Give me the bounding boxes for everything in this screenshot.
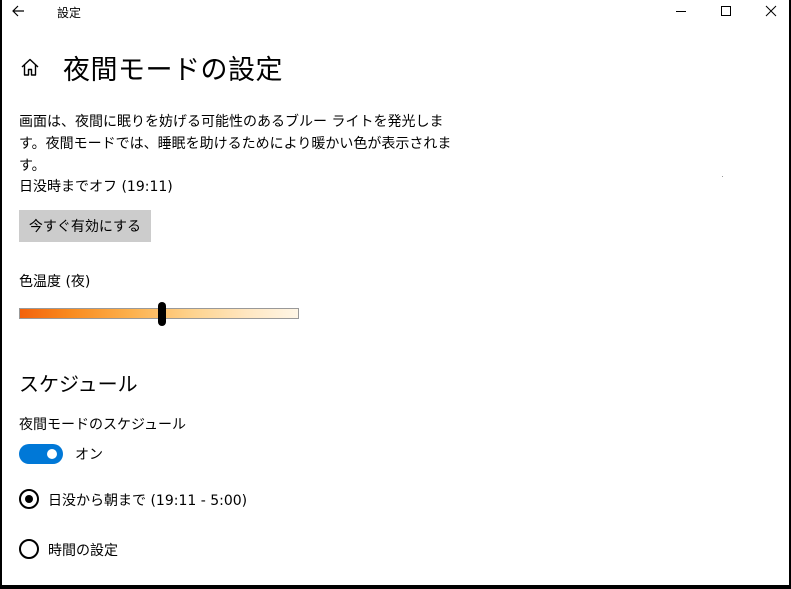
- enable-now-button[interactable]: 今すぐ有効にする: [19, 210, 151, 242]
- maximize-button[interactable]: [703, 0, 749, 22]
- schedule-heading: スケジュール: [19, 372, 138, 396]
- home-icon: [21, 58, 39, 76]
- color-temperature-label: 色温度 (夜): [19, 274, 91, 290]
- schedule-toggle-label: 夜間モードのスケジュール: [19, 417, 187, 433]
- back-button[interactable]: [8, 1, 30, 21]
- home-button[interactable]: [19, 56, 41, 78]
- toggle-knob: [47, 449, 57, 459]
- radio-label-set-hours[interactable]: 時間の設定: [48, 540, 118, 560]
- radio-set-hours[interactable]: [19, 539, 39, 559]
- toggle-state-label: オン: [75, 447, 103, 463]
- back-arrow-icon: [12, 5, 24, 17]
- settings-window: 設定 夜間モードの設定 画面は、夜間に眠りを妨げる可能性のあるブルー ライトを発…: [2, 0, 789, 585]
- maximize-icon: [721, 6, 731, 16]
- radio-label-sunset-to-sunrise[interactable]: 日没から朝まで (19:11 - 5:00): [48, 490, 247, 510]
- divider-speck: [722, 176, 723, 177]
- night-light-status: 日没時までオフ (19:11): [19, 179, 173, 195]
- title-bar: 設定: [2, 0, 789, 24]
- window-title: 設定: [57, 6, 82, 20]
- close-button[interactable]: [748, 0, 789, 22]
- radio-sunset-to-sunrise[interactable]: [19, 489, 39, 509]
- description-text: 画面は、夜間に眠りを妨げる可能性のあるブルー ライトを発光します。夜間モードでは…: [19, 114, 452, 174]
- close-icon: [765, 5, 777, 17]
- minimize-icon: [676, 11, 686, 12]
- page-title: 夜間モードの設定: [63, 55, 283, 86]
- schedule-toggle[interactable]: [19, 444, 63, 464]
- minimize-button[interactable]: [658, 0, 704, 22]
- slider-thumb[interactable]: [157, 302, 166, 326]
